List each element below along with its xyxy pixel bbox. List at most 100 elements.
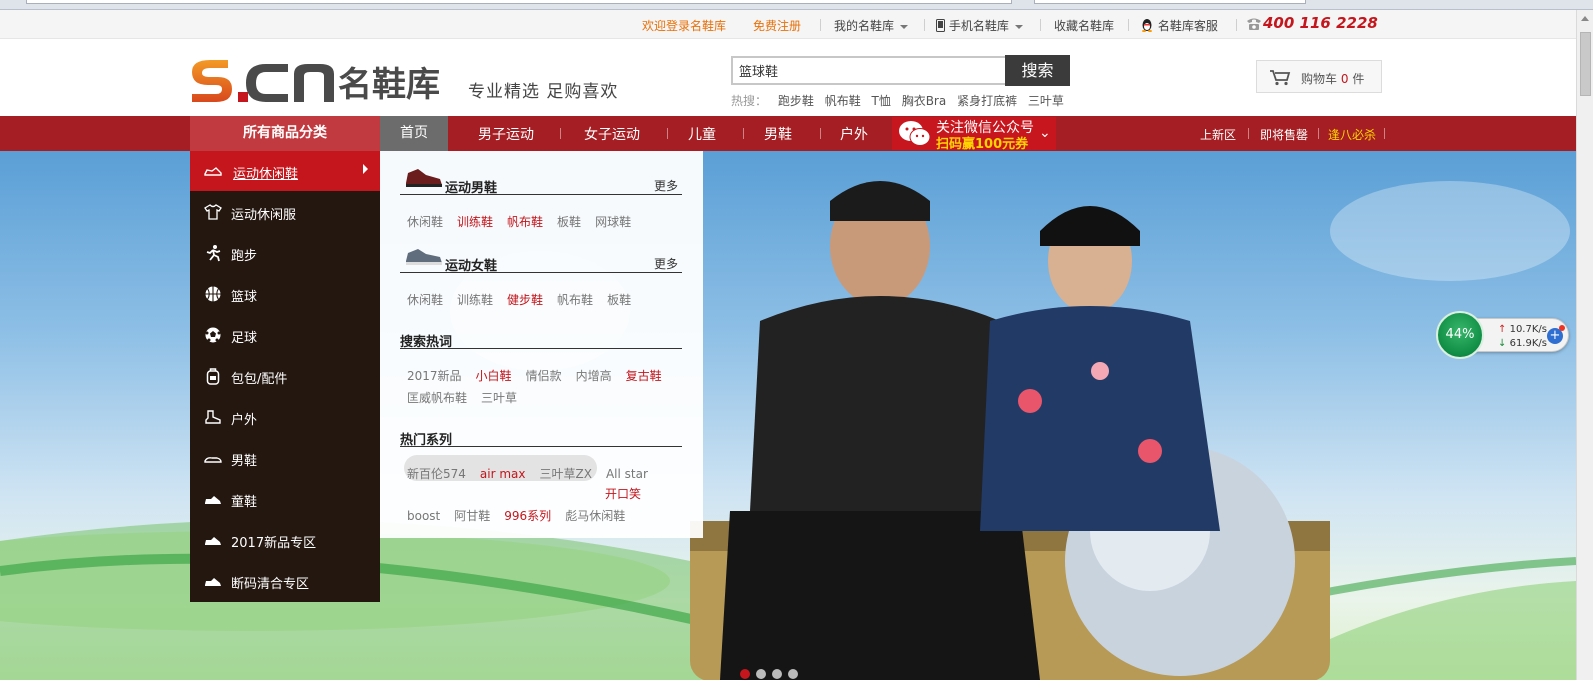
sidebar-item-football[interactable]: 足球	[190, 315, 380, 355]
link[interactable]: 复古鞋	[626, 369, 662, 383]
sidebar-item-label: 运动休闲鞋	[233, 167, 299, 182]
women-shoes-more-link[interactable]: 更多	[654, 255, 678, 272]
hot-search-term[interactable]: T恤	[872, 94, 891, 108]
all-categories-button[interactable]: 所有商品分类	[190, 116, 380, 151]
mobile-menu[interactable]: 手机名鞋库	[936, 17, 1023, 34]
sidebar-item-running[interactable]: 跑步	[190, 233, 380, 273]
nav-kids[interactable]: 儿童	[688, 124, 716, 144]
link[interactable]: air max	[480, 467, 526, 481]
link[interactable]: boost	[407, 509, 440, 523]
search-button[interactable]: 搜索	[1005, 55, 1070, 86]
scrollbar-thumb[interactable]	[1580, 32, 1591, 96]
hot-search-term[interactable]: 胸衣Bra	[902, 94, 947, 108]
link[interactable]: 帆布鞋	[557, 293, 593, 307]
link[interactable]: 休闲鞋	[407, 293, 443, 307]
sidebar-item-label: 篮球	[231, 290, 258, 305]
shopping-cart-button[interactable]: 购物车 0 件	[1256, 60, 1382, 93]
hotline-number: 400 116 2228	[1263, 14, 1378, 32]
nav-women-sports[interactable]: 女子运动	[584, 124, 640, 144]
sidebar-item-outdoor[interactable]: 户外	[190, 397, 380, 437]
cart-unit: 件	[1352, 72, 1365, 86]
nav-divider	[667, 128, 668, 139]
sidebar-item-casual-shoes[interactable]: 运动休闲鞋	[190, 151, 380, 191]
svg-text:名鞋库: 名鞋库	[338, 65, 440, 105]
hot-search-term[interactable]: 帆布鞋	[825, 94, 861, 108]
wechat-icon	[899, 121, 931, 146]
sidebar-item-bags[interactable]: 包包/配件	[190, 356, 380, 396]
link[interactable]: 内增高	[576, 369, 612, 383]
carousel-dot[interactable]	[756, 669, 766, 679]
hot-search-term[interactable]: 跑步鞋	[778, 94, 814, 108]
cart-label: 购物车	[1301, 72, 1338, 86]
chevron-down-icon	[900, 24, 909, 29]
basketball-icon	[205, 286, 221, 302]
men-shoes-title: 运动男鞋	[445, 181, 498, 196]
women-shoes-links: 休闲鞋 训练鞋 健步鞋 帆布鞋 板鞋	[407, 291, 645, 308]
link[interactable]: 三叶草ZX	[540, 467, 592, 481]
speed-percent: 44%	[1436, 311, 1484, 359]
link[interactable]: 阿甘鞋	[454, 509, 490, 523]
carousel-dot[interactable]	[788, 669, 798, 679]
link[interactable]: 三叶草	[481, 391, 517, 405]
login-link[interactable]: 欢迎登录名鞋库	[642, 17, 726, 34]
nav-selling-out[interactable]: 即将售罄	[1260, 126, 1308, 143]
link[interactable]: 996系列	[504, 509, 551, 523]
search-input[interactable]	[731, 56, 1005, 85]
link[interactable]: 小白鞋	[476, 369, 512, 383]
link[interactable]: 休闲鞋	[407, 215, 443, 229]
site-logo[interactable]: 名鞋库	[188, 54, 458, 110]
link[interactable]: 训练鞋	[457, 215, 493, 229]
nav-outdoor[interactable]: 户外	[840, 124, 868, 144]
nav-home[interactable]: 首页	[380, 116, 448, 151]
link[interactable]: 健步鞋	[507, 293, 543, 307]
link[interactable]: 帆布鞋	[507, 215, 543, 229]
link[interactable]: All star	[606, 467, 648, 481]
sidebar-item-clearance[interactable]: 断码清合专区	[190, 561, 380, 601]
sidebar-item-new-2017[interactable]: 2017新品专区	[190, 520, 380, 560]
hot-search-term[interactable]: 紧身打底裤	[957, 94, 1017, 108]
sidebar-item-mens-shoes[interactable]: 男鞋	[190, 438, 380, 478]
divider	[1236, 19, 1237, 31]
carousel-dot[interactable]	[740, 669, 750, 679]
my-account-menu[interactable]: 我的名鞋库	[834, 17, 909, 34]
kids-shoe-icon	[205, 496, 221, 504]
link[interactable]: 网球鞋	[595, 215, 631, 229]
link[interactable]: 彪马休闲鞋	[565, 509, 625, 523]
link[interactable]: 板鞋	[607, 293, 631, 307]
link[interactable]: 训练鞋	[457, 293, 493, 307]
my-account-label: 我的名鞋库	[834, 19, 895, 33]
link[interactable]: 板鞋	[557, 215, 581, 229]
address-field[interactable]	[26, 0, 1012, 4]
network-speed-widget[interactable]: 44% ↑ 10.7K/s ↓ 61.9K/s +	[1436, 311, 1569, 359]
page-scrollbar[interactable]	[1576, 10, 1593, 680]
wechat-promo-banner[interactable]: 关注微信公众号 扫码赢100元券 ⌄	[892, 117, 1056, 152]
carousel-dot[interactable]	[772, 669, 782, 679]
sidebar-item-label: 运动休闲服	[231, 208, 297, 223]
scroll-up-arrow-icon[interactable]	[1581, 16, 1589, 21]
customer-service-link[interactable]: 名鞋库客服	[1140, 17, 1218, 34]
link[interactable]: 开口笑	[605, 487, 641, 501]
sidebar-item-basketball[interactable]: 篮球	[190, 274, 380, 314]
customer-service-label: 名鞋库客服	[1157, 19, 1218, 33]
link[interactable]: 情侣款	[526, 369, 562, 383]
nav-men-sports[interactable]: 男子运动	[478, 124, 534, 144]
link[interactable]: 匡威帆布鞋	[407, 391, 467, 405]
hot-search-term[interactable]: 三叶草	[1028, 94, 1064, 108]
sidebar-item-casual-wear[interactable]: 运动休闲服	[190, 192, 380, 232]
sidebar-item-kids-shoes[interactable]: 童鞋	[190, 479, 380, 519]
men-shoes-more-link[interactable]: 更多	[654, 177, 678, 194]
category-flyout-panel: 运动男鞋 更多 休闲鞋 训练鞋 帆布鞋 板鞋 网球鞋 运动女鞋 更多 休闲鞋 训练鞋 健步鞋…	[380, 151, 703, 538]
nav-new-arrivals[interactable]: 上新区	[1200, 126, 1236, 143]
favorite-link[interactable]: 收藏名鞋库	[1054, 17, 1114, 34]
register-link[interactable]: 免费注册	[753, 17, 801, 34]
loafer-icon	[204, 457, 222, 463]
link[interactable]: 新百伦574	[407, 467, 466, 481]
link[interactable]: 2017新品	[407, 369, 462, 383]
top-utility-bar: 欢迎登录名鞋库 免费注册 我的名鞋库 手机名鞋库 收藏名鞋库 名鞋库客服 400…	[0, 10, 1576, 39]
nav-men-shoes[interactable]: 男鞋	[764, 124, 792, 144]
chevron-down-icon: ⌄	[1039, 125, 1051, 141]
sneaker-icon	[205, 537, 221, 545]
browser-search-field[interactable]	[1034, 0, 1306, 4]
nav-flash-sale[interactable]: 逢八必杀	[1328, 126, 1376, 143]
divider	[820, 19, 821, 31]
